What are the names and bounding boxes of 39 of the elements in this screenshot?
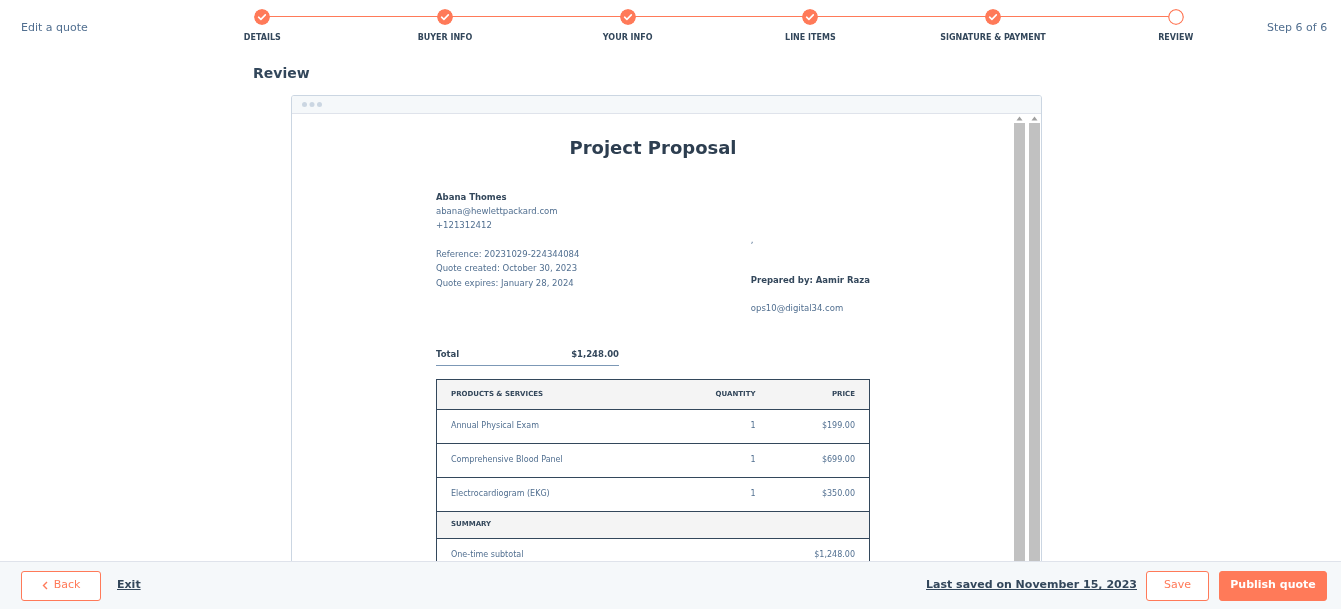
table-cell: 1 bbox=[669, 409, 770, 443]
total-label: Total bbox=[436, 347, 460, 361]
buyer-email: abana@hewlettpackard.com bbox=[436, 204, 559, 218]
table-cell: 1 bbox=[669, 443, 770, 477]
stray-mark: , bbox=[750, 234, 755, 247]
buyer-phone: +121312412 bbox=[436, 219, 493, 233]
table-cell: 1 bbox=[669, 477, 770, 511]
scrollbar-thumb[interactable] bbox=[1029, 123, 1040, 561]
table-cell: Electrocardiogram (EKG) bbox=[436, 477, 670, 511]
save-button[interactable]: Save bbox=[1146, 570, 1209, 601]
chevron-left-icon bbox=[41, 581, 48, 590]
table-cell: Annual Physical Exam bbox=[436, 409, 670, 443]
table-cell: Comprehensive Blood Panel bbox=[436, 443, 670, 477]
step-label: YOUR INFO bbox=[602, 32, 653, 44]
step-label: REVIEW bbox=[1158, 32, 1194, 44]
step-label: DETAILS bbox=[243, 32, 281, 44]
section-heading: Review bbox=[253, 64, 311, 83]
back-button[interactable]: Back bbox=[21, 570, 101, 601]
quote-detail: Reference: 20231029-224344084 bbox=[436, 247, 581, 261]
scrollbar-thumb[interactable] bbox=[1014, 123, 1025, 561]
table-cell: $350.00 bbox=[769, 477, 870, 511]
quote-detail: Quote expires: January 28, 2024 bbox=[436, 276, 575, 290]
step-label: LINE ITEMS bbox=[785, 32, 836, 44]
table-cell: $199.00 bbox=[769, 409, 870, 443]
exit-link[interactable]: Exit bbox=[117, 577, 141, 594]
step-label: SIGNATURE & PAYMENT bbox=[940, 32, 1046, 44]
table-cell: $699.00 bbox=[769, 443, 870, 477]
prepared-by: Prepared by: Aamir Raza bbox=[750, 273, 870, 287]
step-counter: Step 6 of 6 bbox=[1267, 20, 1327, 36]
page-title: Edit a quote bbox=[21, 20, 89, 36]
last-saved-link[interactable]: Last saved on November 15, 2023 bbox=[926, 577, 1137, 594]
quote-detail: Quote created: October 30, 2023 bbox=[436, 262, 579, 276]
total-value: $1,248.00 bbox=[571, 347, 619, 361]
seller-email: ops10@digital34.com bbox=[750, 302, 845, 316]
publish-button[interactable]: Publish quote bbox=[1219, 570, 1327, 601]
document-title: Project Proposal bbox=[568, 136, 738, 160]
buyer-name: Abana Thomes bbox=[436, 191, 508, 204]
dots-icon bbox=[302, 102, 322, 107]
step-label: BUYER INFO bbox=[417, 32, 473, 44]
